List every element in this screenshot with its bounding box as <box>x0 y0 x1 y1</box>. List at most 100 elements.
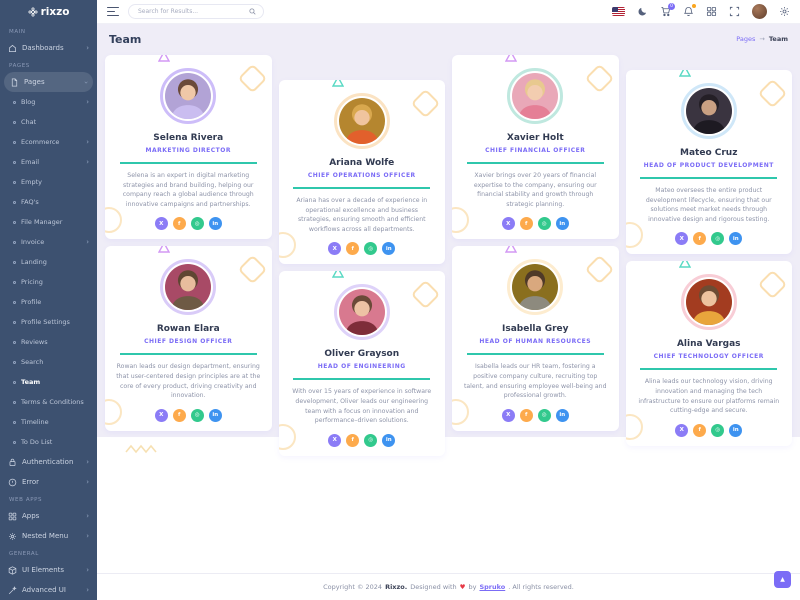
instagram-icon[interactable]: ◎ <box>364 242 377 255</box>
member-bio: Alina leads our technology vision, drivi… <box>637 377 782 415</box>
hamburger-menu-icon[interactable] <box>107 7 119 17</box>
x-icon[interactable]: X <box>502 409 515 422</box>
page-header: Team Pages → Team <box>97 24 800 54</box>
sidebar-item-team[interactable]: Team <box>0 372 97 392</box>
linkedin-icon[interactable]: in <box>556 217 569 230</box>
sidebar-item-terms-conditions[interactable]: Terms & Conditions <box>0 392 97 412</box>
member-role: Chief Financial Officer <box>461 147 610 154</box>
file-icon <box>10 78 19 87</box>
sidebar-item-reviews[interactable]: Reviews <box>0 332 97 352</box>
divider <box>293 378 430 380</box>
social-links: Xf ◎ in <box>114 409 263 422</box>
facebook-icon[interactable]: f <box>173 409 186 422</box>
sidebar-item-dashboards[interactable]: Dashboards› <box>0 38 97 58</box>
lock-icon <box>8 458 17 467</box>
member-avatar <box>507 68 563 124</box>
facebook-icon[interactable]: f <box>693 232 706 245</box>
sidebar-item-search[interactable]: Search <box>0 352 97 372</box>
bullet-icon <box>13 181 16 184</box>
dark-mode-moon-icon[interactable] <box>637 6 648 17</box>
fullscreen-icon[interactable] <box>729 6 740 17</box>
topbar: 0 <box>97 0 800 24</box>
sidebar-item-pricing[interactable]: Pricing <box>0 272 97 292</box>
x-icon[interactable]: X <box>675 232 688 245</box>
sidebar-subitem-label: Ecommerce <box>21 138 59 146</box>
apps-grid-icon[interactable] <box>706 6 717 17</box>
square-decoration <box>758 79 788 109</box>
sidebar-item-timeline[interactable]: Timeline <box>0 412 97 432</box>
breadcrumb-current: Team <box>769 35 788 43</box>
sidebar-item-authentication[interactable]: Authentication› <box>0 452 97 472</box>
instagram-icon[interactable]: ◎ <box>538 409 551 422</box>
chevron-icon: › <box>82 81 89 84</box>
linkedin-icon[interactable]: in <box>209 409 222 422</box>
linkedin-icon[interactable]: in <box>729 232 742 245</box>
settings-gear-icon[interactable] <box>779 6 790 17</box>
sidebar-item-ui-elements[interactable]: UI Elements› <box>0 560 97 580</box>
facebook-icon[interactable]: f <box>520 217 533 230</box>
sidebar-nav: MAINDashboards›PAGESPages›Blog›ChatEcomm… <box>0 24 97 600</box>
sidebar-item-empty[interactable]: Empty <box>0 172 97 192</box>
x-icon[interactable]: X <box>502 217 515 230</box>
x-icon[interactable]: X <box>328 242 341 255</box>
x-icon[interactable]: X <box>675 424 688 437</box>
sidebar-item-advanced-ui[interactable]: Advanced UI› <box>0 580 97 600</box>
sidebar-item-invoice[interactable]: Invoice› <box>0 232 97 252</box>
notifications-bell-icon[interactable] <box>683 6 694 17</box>
sidebar-item-to-do-list[interactable]: To Do List <box>0 432 97 452</box>
sidebar-item-file-manager[interactable]: File Manager <box>0 212 97 232</box>
instagram-icon[interactable]: ◎ <box>364 434 377 447</box>
square-decoration <box>237 255 267 285</box>
language-flag-icon[interactable] <box>612 7 625 16</box>
sidebar-item-profile-settings[interactable]: Profile Settings <box>0 312 97 332</box>
instagram-icon[interactable]: ◎ <box>191 409 204 422</box>
triangle-decoration <box>332 271 344 279</box>
sidebar-item-ecommerce[interactable]: Ecommerce› <box>0 132 97 152</box>
member-avatar <box>160 68 216 124</box>
x-icon[interactable]: X <box>328 434 341 447</box>
instagram-icon[interactable]: ◎ <box>538 217 551 230</box>
sidebar-item-pages[interactable]: Pages› <box>4 72 93 92</box>
brand-logo[interactable]: rixzo <box>0 0 97 24</box>
search-icon[interactable] <box>249 8 256 15</box>
chevron-icon: › <box>86 567 89 574</box>
sidebar-item-faq-s[interactable]: FAQ's <box>0 192 97 212</box>
zigzag-decoration <box>125 443 159 455</box>
square-decoration <box>411 89 441 119</box>
scroll-to-top-button[interactable]: ▲ <box>774 571 791 588</box>
sidebar-subitem-label: FAQ's <box>21 198 39 206</box>
user-avatar[interactable] <box>752 4 767 19</box>
facebook-icon[interactable]: f <box>346 242 359 255</box>
x-icon[interactable]: X <box>155 217 168 230</box>
social-links: Xf ◎ in <box>114 217 263 230</box>
facebook-icon[interactable]: f <box>693 424 706 437</box>
linkedin-icon[interactable]: in <box>209 217 222 230</box>
facebook-icon[interactable]: f <box>173 217 186 230</box>
sidebar-item-profile[interactable]: Profile <box>0 292 97 312</box>
x-icon[interactable]: X <box>155 409 168 422</box>
chevron-icon: › <box>86 459 89 466</box>
sidebar-item-chat[interactable]: Chat <box>0 112 97 132</box>
sidebar-item-blog[interactable]: Blog› <box>0 92 97 112</box>
facebook-icon[interactable]: f <box>520 409 533 422</box>
instagram-icon[interactable]: ◎ <box>711 232 724 245</box>
linkedin-icon[interactable]: in <box>382 242 395 255</box>
linkedin-icon[interactable]: in <box>556 409 569 422</box>
sidebar-item-email[interactable]: Email› <box>0 152 97 172</box>
search-input[interactable] <box>136 7 249 16</box>
bullet-icon <box>13 441 16 444</box>
breadcrumb-section[interactable]: Pages <box>736 35 755 43</box>
linkedin-icon[interactable]: in <box>729 424 742 437</box>
cart-icon[interactable]: 0 <box>660 6 671 17</box>
bullet-icon <box>13 401 16 404</box>
sidebar-item-landing[interactable]: Landing <box>0 252 97 272</box>
linkedin-icon[interactable]: in <box>382 434 395 447</box>
facebook-icon[interactable]: f <box>346 434 359 447</box>
footer-link[interactable]: Spruko <box>479 583 505 591</box>
instagram-icon[interactable]: ◎ <box>191 217 204 230</box>
sidebar-item-error[interactable]: Error› <box>0 472 97 492</box>
sidebar-item-nested-menu[interactable]: Nested Menu› <box>0 526 97 546</box>
sidebar-item-apps[interactable]: Apps› <box>0 506 97 526</box>
instagram-icon[interactable]: ◎ <box>711 424 724 437</box>
breadcrumb-separator-icon: → <box>759 35 764 43</box>
